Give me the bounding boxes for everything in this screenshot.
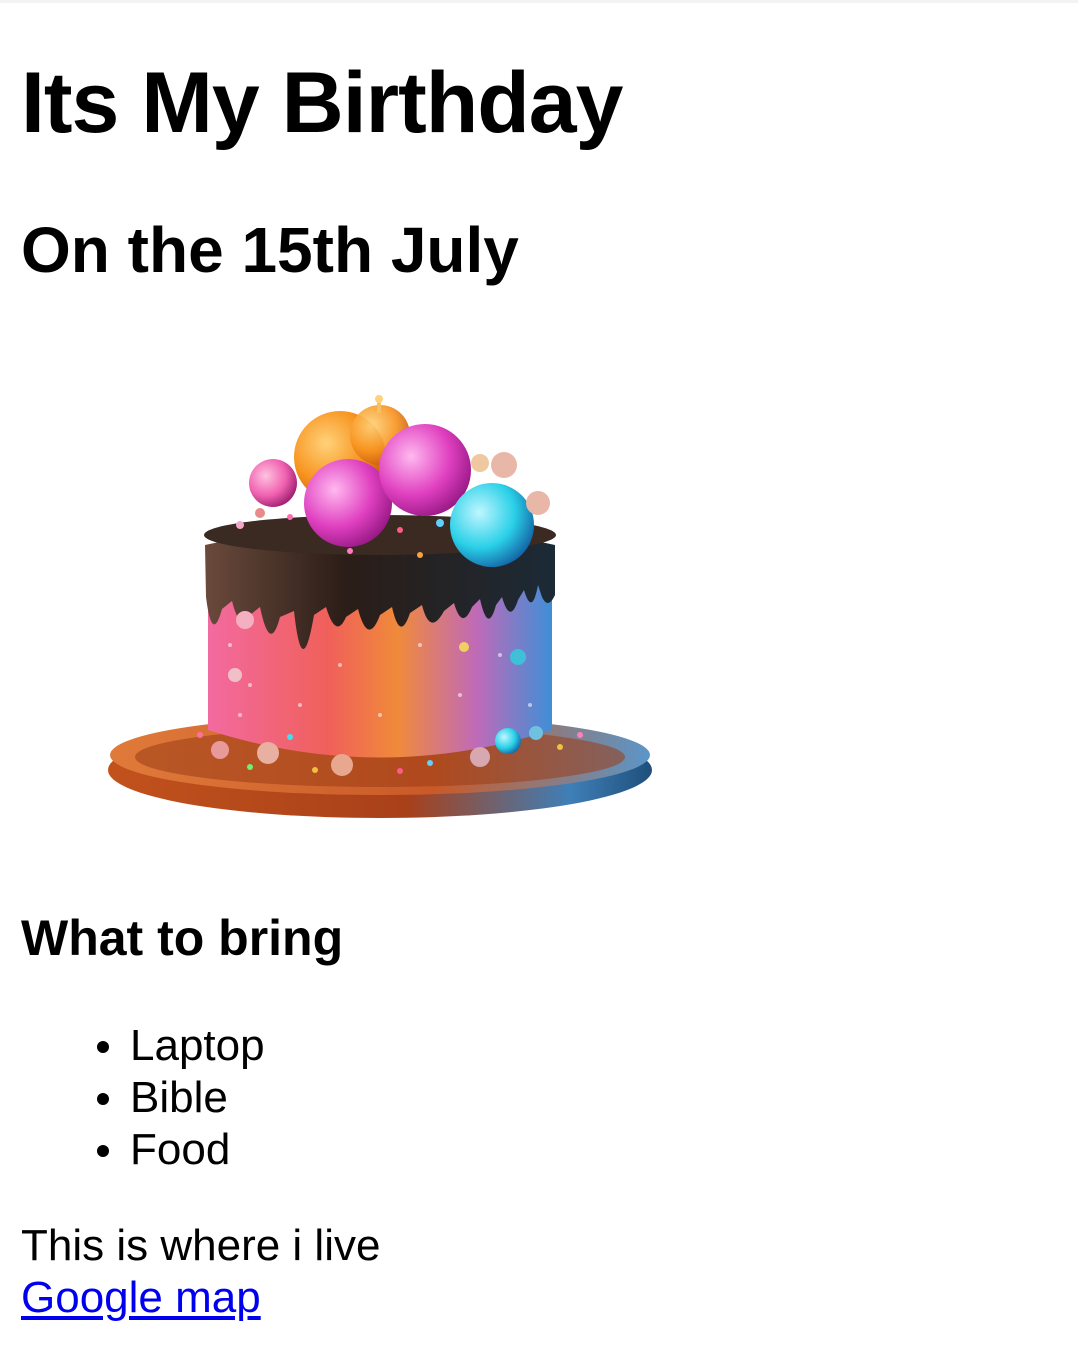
location-text: This is where i live xyxy=(21,1221,381,1270)
list-item: Food xyxy=(97,1124,265,1176)
bullet-icon xyxy=(97,1145,109,1157)
bullet-icon xyxy=(97,1093,109,1105)
bullet-icon xyxy=(97,1041,109,1053)
page-subtitle: On the 15th July xyxy=(21,214,519,286)
birthday-cake-image xyxy=(100,385,660,830)
bring-list: Laptop Bible Food xyxy=(97,1020,265,1176)
page-title: Its My Birthday xyxy=(21,55,623,151)
list-item-label: Laptop xyxy=(130,1021,265,1070)
google-map-link[interactable]: Google map xyxy=(21,1272,261,1324)
list-item-label: Bible xyxy=(130,1073,228,1122)
list-item: Bible xyxy=(97,1072,265,1124)
list-item-label: Food xyxy=(130,1125,231,1174)
top-divider xyxy=(0,0,1078,3)
cake-illustration xyxy=(108,395,652,818)
list-item: Laptop xyxy=(97,1020,265,1072)
what-to-bring-heading: What to bring xyxy=(21,910,344,966)
